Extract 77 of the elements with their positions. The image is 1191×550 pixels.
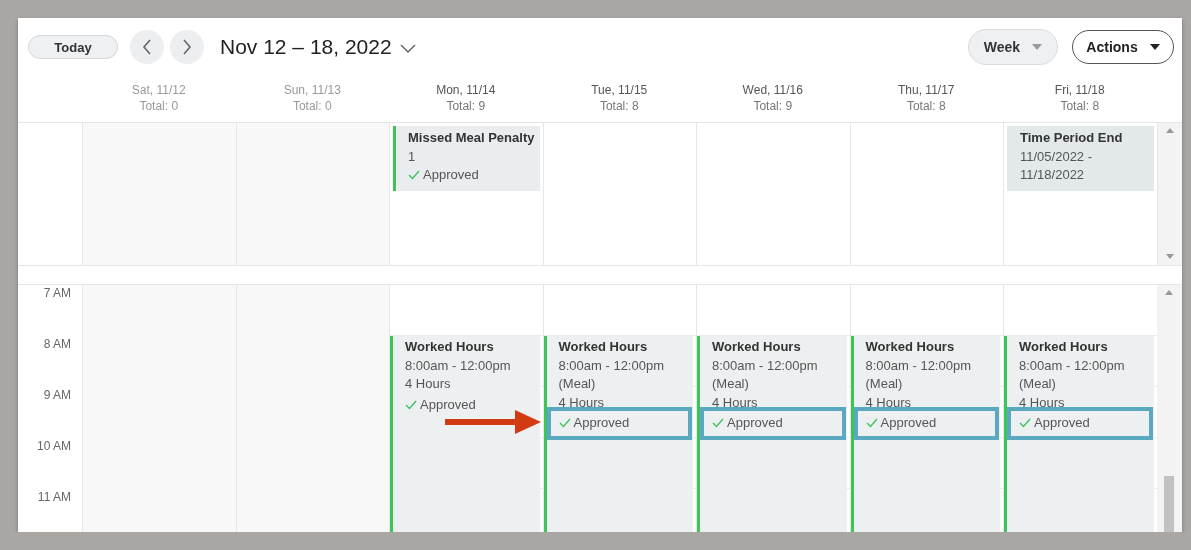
scroll-up-icon[interactable] — [1165, 128, 1174, 133]
entry-text: 11/05/2022 - — [1020, 147, 1094, 166]
day-label: Fri, 11/18 — [1054, 82, 1105, 98]
next-button[interactable] — [170, 30, 204, 64]
time-entry[interactable]: Worked Hours 8:00am - 12:00pm (Meal) 4 Hours Approved — [1004, 336, 1154, 532]
check-icon — [1019, 418, 1031, 429]
entry-text: 4 Hours — [712, 393, 759, 412]
status-text: Approved — [1034, 414, 1090, 432]
entry-title: Worked Hours — [1019, 338, 1109, 356]
entry-title: Worked Hours — [865, 338, 956, 356]
previous-button[interactable] — [130, 30, 164, 64]
day-label: Mon, 11/14 — [436, 82, 496, 98]
caret-icon — [1032, 44, 1043, 50]
scroll-down-icon[interactable] — [1165, 254, 1174, 259]
entry-text: 11/18/2022 — [1020, 166, 1086, 184]
scroll-up-icon[interactable] — [1165, 290, 1174, 295]
check-icon — [405, 399, 417, 410]
status-text: Approved — [727, 414, 783, 432]
day-label: Tue, 11/15 — [591, 82, 648, 98]
entry-text: 4 Hours — [405, 375, 452, 393]
chevron-down-icon[interactable] — [399, 43, 416, 54]
entry-text: (Meal) — [865, 375, 904, 393]
time-label: 10 AM — [36, 438, 71, 455]
actions-button[interactable]: Actions — [1072, 30, 1174, 64]
day-total: Total: 8 — [1060, 98, 1100, 114]
scrollbar-thumb[interactable] — [1164, 476, 1175, 532]
entry-text: 4 Hours — [558, 393, 606, 412]
day-total: Total: 9 — [446, 98, 486, 114]
all-day-entry[interactable]: Missed Meal Penalty 1 Approved — [393, 126, 540, 191]
time-entry[interactable]: Worked Hours 8:00am - 12:00pm (Meal) 4 Hours Approved — [850, 336, 1000, 532]
entry-text: 4 Hours — [1019, 393, 1066, 412]
entry-text: 8:00am - 12:00pm — [558, 356, 665, 375]
check-icon — [558, 418, 571, 429]
entry-title: Time Period End — [1020, 129, 1124, 147]
check-icon — [408, 170, 420, 181]
entry-text: 8:00am - 12:00pm — [712, 356, 819, 375]
check-icon — [712, 418, 724, 429]
entry-title: Missed Meal Penalty — [408, 129, 536, 147]
time-label: 11 AM — [37, 489, 71, 506]
status-text: Approved — [420, 395, 476, 414]
time-entry[interactable]: Worked Hours 8:00am - 12:00pm 4 Hours Approved — [390, 336, 540, 532]
caret-icon — [1149, 44, 1160, 50]
time-label: 9 AM — [43, 387, 71, 404]
entry-text: (Meal) — [558, 375, 597, 393]
status-text: Approved — [423, 166, 479, 184]
time-label: 8 AM — [43, 336, 71, 353]
day-label: Sun, 11/13 — [283, 82, 341, 98]
day-label: Thu, 11/17 — [898, 82, 955, 98]
entry-text: 8:00am - 12:00pm — [1019, 356, 1126, 375]
check-icon — [865, 418, 878, 429]
entry-text: (Meal) — [712, 375, 750, 393]
date-range-title[interactable]: Nov 12 – 18, 2022 — [220, 35, 392, 59]
entry-text: 8:00am - 12:00pm — [405, 356, 512, 375]
entry-text: (Meal) — [1019, 375, 1057, 393]
day-total: Total: 9 — [753, 98, 793, 114]
entry-text: 4 Hours — [865, 393, 913, 412]
time-label: 7 AM — [43, 285, 71, 302]
status-text: Approved — [880, 414, 937, 432]
entry-title: Worked Hours — [558, 338, 649, 356]
time-entry[interactable]: Worked Hours 8:00am - 12:00pm (Meal) 4 Hours Approved — [543, 336, 693, 532]
today-button[interactable]: Today — [28, 35, 118, 59]
entry-title: Worked Hours — [712, 338, 802, 356]
chevron-left-icon — [141, 39, 153, 55]
entry-text: 8:00am - 12:00pm — [865, 356, 972, 375]
day-total: Total: 0 — [139, 98, 179, 114]
day-label: Sat, 11/12 — [131, 82, 186, 98]
entry-text: 1 — [408, 147, 417, 166]
all-day-entry[interactable]: Time Period End 11/05/2022 - 11/18/2022 — [1007, 126, 1154, 191]
status-text: Approved — [573, 414, 630, 432]
day-label: Wed, 11/16 — [742, 82, 803, 98]
day-total: Total: 0 — [292, 98, 332, 114]
view-dropdown[interactable]: Week — [968, 29, 1058, 65]
entry-title: Worked Hours — [405, 338, 495, 356]
day-total: Total: 8 — [599, 98, 639, 114]
day-total: Total: 8 — [906, 98, 946, 114]
chevron-right-icon — [181, 39, 193, 55]
time-entry[interactable]: Worked Hours 8:00am - 12:00pm (Meal) 4 Hours Approved — [697, 336, 847, 532]
